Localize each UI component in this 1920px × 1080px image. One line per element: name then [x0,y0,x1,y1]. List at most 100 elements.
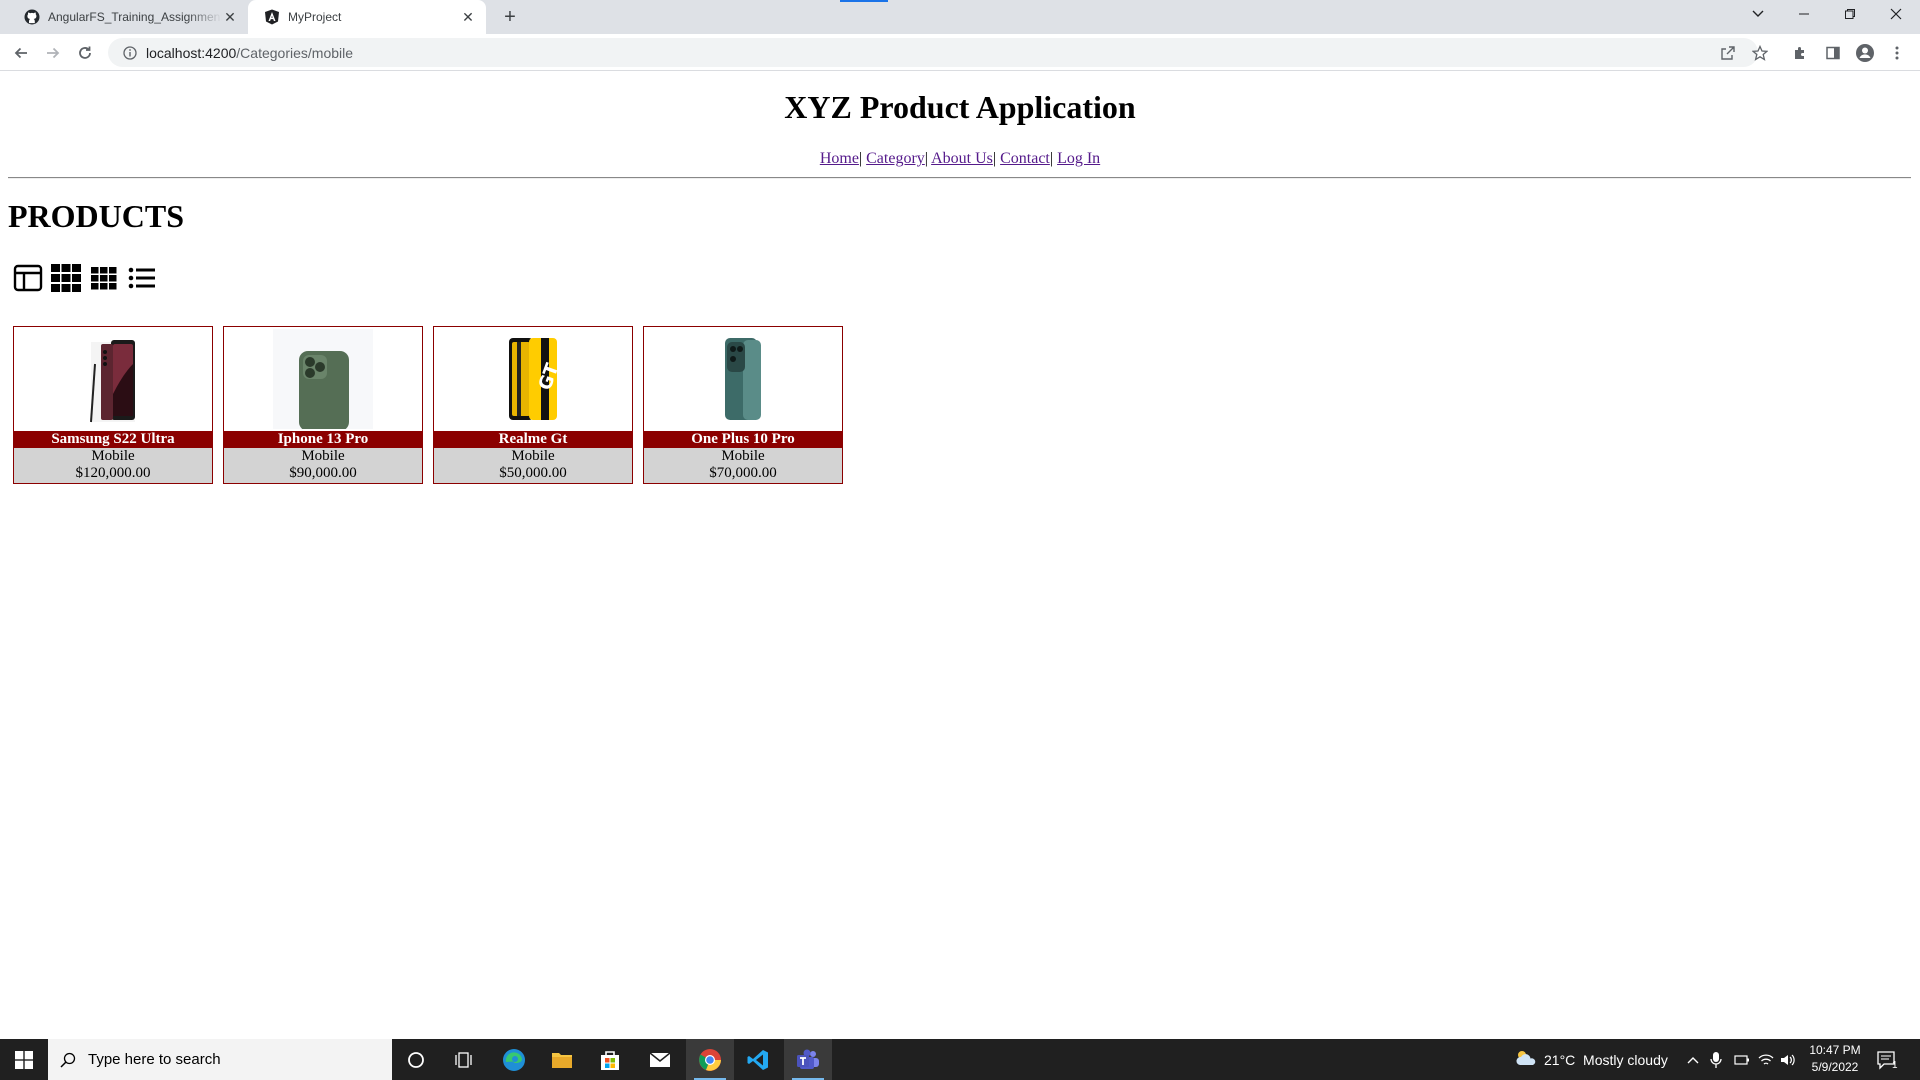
product-name: One Plus 10 Pro [644,431,842,448]
wifi-icon[interactable] [1758,1039,1774,1080]
product-meta: Mobile $70,000.00 [644,448,842,483]
product-card[interactable]: Iphone 13 Pro Mobile $90,000.00 [223,326,423,484]
url-path: /Categories/mobile [236,44,354,61]
clock-date: 5/9/2022 [1811,1060,1859,1074]
browser-tab-myproject[interactable]: MyProject ✕ [248,0,486,34]
edge-browser-icon[interactable] [490,1039,538,1080]
weather-widget[interactable]: 21°C Mostly cloudy [1514,1039,1668,1080]
oneplus-phone-image [644,327,842,431]
restore-button[interactable] [1828,0,1872,28]
tab-title: MyProject [288,10,342,24]
site-title: XYZ Product Application [784,89,1136,125]
github-icon [24,9,40,25]
product-price: $120,000.00 [75,465,151,481]
loading-indicator [840,0,888,2]
vscode-icon[interactable] [734,1039,782,1080]
volume-icon[interactable] [1780,1039,1796,1080]
large-grid-icon[interactable] [50,262,82,294]
minimize-button[interactable] [1782,0,1826,28]
back-icon[interactable] [8,40,34,66]
tab-title: AngularFS_Training_Assignments [48,10,222,24]
nav-separator: | [1049,150,1054,167]
main-nav: Home| Category| About Us| Contact| Log I… [0,150,1920,168]
search-icon [48,1052,88,1068]
notification-count: 1 [1892,1060,1898,1071]
extensions-icon[interactable] [1787,40,1813,66]
product-name: Samsung S22 Ultra [14,431,212,448]
forward-icon[interactable] [40,40,66,66]
product-category: Mobile [301,448,345,464]
close-tab-icon[interactable]: ✕ [222,9,238,25]
page-content: XYZ Product Application Home| Category| … [0,71,1920,1039]
product-card[interactable]: One Plus 10 Pro Mobile $70,000.00 [643,326,843,484]
list-view-icon[interactable] [126,262,158,294]
reload-icon[interactable] [72,40,98,66]
tab-search-icon[interactable] [1736,0,1780,28]
bookmark-star-icon[interactable] [1746,38,1774,67]
angular-icon [264,9,280,25]
product-card[interactable]: GT Realme Gt Mobile $50,000.00 [433,326,633,484]
cortana-icon[interactable] [392,1039,440,1080]
address-bar[interactable]: localhost:4200/Categories/mobile [108,38,1768,67]
share-icon[interactable] [1714,38,1742,67]
microphone-icon[interactable] [1710,1039,1722,1080]
product-category: Mobile [721,448,765,464]
small-grid-icon[interactable] [88,262,120,294]
url-host: localhost:4200 [146,44,237,61]
nav-separator: | [924,150,928,167]
nav-link-home[interactable]: Home [820,150,859,167]
cloud-icon [1514,1049,1538,1070]
product-price: $90,000.00 [289,465,357,481]
samsung-phone-image [14,327,212,431]
products-heading: PRODUCTS [8,198,185,234]
url-text: localhost:4200/Categories/mobile [146,45,353,61]
close-tab-icon[interactable]: ✕ [460,9,476,25]
divider [8,177,1911,179]
teams-icon[interactable] [784,1039,832,1080]
browser-tab-github[interactable]: AngularFS_Training_Assignments ✕ [8,0,248,34]
iphone-image [224,327,422,431]
windows-taskbar: Type here to search 21°C Mostly cloudy 1… [0,1039,1920,1080]
nav-link-contact[interactable]: Contact [1000,150,1050,167]
browser-tabstrip: AngularFS_Training_Assignments ✕ MyProje… [0,0,1920,34]
show-hidden-icons-icon[interactable] [1686,1039,1700,1080]
menu-kebab-icon[interactable] [1884,40,1910,66]
windows-start-icon[interactable] [0,1039,48,1080]
clock-time: 10:47 PM [1809,1043,1861,1057]
battery-icon[interactable] [1734,1039,1750,1080]
file-explorer-icon[interactable] [538,1039,586,1080]
site-info-icon[interactable] [116,45,144,60]
mail-icon[interactable] [636,1039,684,1080]
product-meta: Mobile $90,000.00 [224,448,422,483]
search-placeholder: Type here to search [88,1051,221,1068]
system-clock[interactable]: 10:47 PM 5/9/2022 [1800,1042,1870,1076]
notifications-icon[interactable]: 1 [1876,1039,1898,1080]
product-meta: Mobile $50,000.00 [434,448,632,483]
nav-separator: | [992,150,997,167]
product-category: Mobile [91,448,135,464]
close-window-button[interactable] [1874,0,1918,28]
nav-link-about-us[interactable]: About Us [931,150,993,167]
microsoft-store-icon[interactable] [586,1039,634,1080]
weather-text: 21°C Mostly cloudy [1544,1051,1668,1068]
realme-phone-image: GT [434,327,632,431]
view-mode-toolbar [12,262,158,294]
product-name: Realme Gt [434,431,632,448]
task-view-icon[interactable] [440,1039,488,1080]
product-card[interactable]: Samsung S22 Ultra Mobile $120,000.00 [13,326,213,484]
product-list: Samsung S22 Ultra Mobile $120,000.00 Iph… [13,326,843,484]
table-layout-icon[interactable] [12,262,44,294]
nav-link-log-in[interactable]: Log In [1057,150,1100,167]
chrome-icon[interactable] [686,1039,734,1080]
new-tab-button[interactable]: + [498,5,522,29]
browser-toolbar: localhost:4200/Categories/mobile [0,34,1920,71]
side-panel-icon[interactable] [1820,40,1846,66]
product-name: Iphone 13 Pro [224,431,422,448]
taskbar-search-input[interactable]: Type here to search [48,1039,392,1080]
nav-link-category[interactable]: Category [866,150,925,167]
profile-avatar-icon[interactable] [1852,40,1878,66]
product-price: $70,000.00 [709,465,777,481]
product-price: $50,000.00 [499,465,567,481]
nav-separator: | [858,150,863,167]
product-meta: Mobile $120,000.00 [14,448,212,483]
